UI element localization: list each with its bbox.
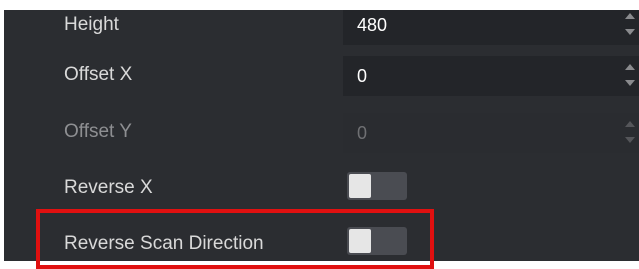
- height-label: Height: [64, 14, 119, 35]
- triangle-down-icon: [625, 80, 635, 86]
- offset-y-label: Offset Y: [64, 121, 132, 142]
- toggle-knob: [349, 229, 371, 253]
- triangle-down-icon: [625, 29, 635, 35]
- offset-x-row: Offset X 0: [4, 47, 639, 104]
- offset-x-label: Offset X: [64, 64, 133, 85]
- camera-settings-panel: Height 480 Offset X 0 Offset Y 0 Reverse…: [4, 0, 639, 261]
- triangle-up-icon: [625, 13, 635, 19]
- offset-y-row: Offset Y 0: [4, 104, 639, 161]
- toggle-knob: [349, 174, 371, 198]
- offset-x-spinner[interactable]: [623, 60, 637, 92]
- reverse-scan-direction-row: Reverse Scan Direction: [4, 215, 639, 261]
- offset-x-input[interactable]: 0: [343, 56, 639, 96]
- height-input[interactable]: 480: [343, 5, 639, 45]
- reverse-scan-direction-toggle[interactable]: [347, 227, 407, 255]
- offset-x-value: 0: [357, 66, 368, 86]
- top-edge: [0, 0, 639, 10]
- height-spinner[interactable]: [623, 9, 637, 41]
- reverse-x-toggle[interactable]: [347, 172, 407, 200]
- offset-y-value: 0: [357, 123, 368, 143]
- triangle-up-icon: [625, 121, 635, 127]
- triangle-down-icon: [625, 137, 635, 143]
- reverse-x-label: Reverse X: [64, 177, 153, 198]
- offset-y-input: 0: [343, 113, 639, 153]
- reverse-x-row: Reverse X: [4, 160, 639, 217]
- triangle-up-icon: [625, 64, 635, 70]
- offset-y-spinner: [623, 117, 637, 149]
- reverse-scan-direction-label: Reverse Scan Direction: [64, 233, 264, 254]
- height-value: 480: [357, 15, 388, 35]
